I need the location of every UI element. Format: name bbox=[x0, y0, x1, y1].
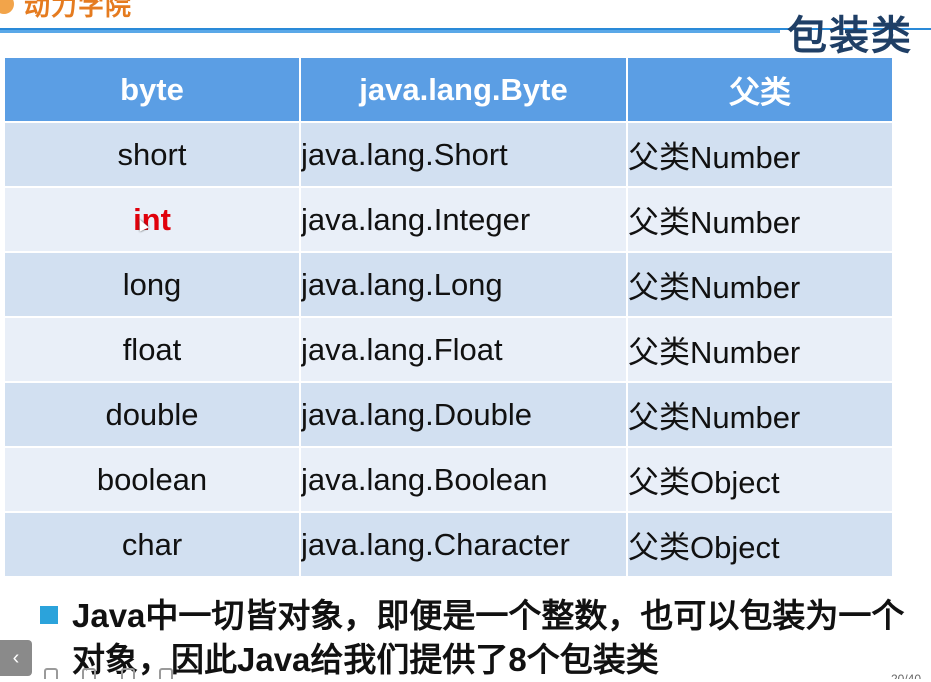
header-divider-accent bbox=[0, 30, 780, 33]
previous-slide-button[interactable]: ‹ bbox=[0, 640, 32, 676]
primitive-cell: short bbox=[3, 121, 301, 188]
primitive-cell: boolean bbox=[3, 446, 301, 513]
table-row: double java.lang.Double 父类Number bbox=[3, 381, 894, 448]
table-row: short java.lang.Short 父类Number bbox=[3, 121, 894, 188]
column-header-parent: 父类 bbox=[626, 56, 894, 123]
primitive-cell: long bbox=[3, 251, 301, 318]
slides-grid-icon[interactable] bbox=[120, 668, 135, 679]
wrapper-cell: java.lang.Character bbox=[299, 511, 628, 578]
parent-cell: 父类Object bbox=[626, 446, 894, 513]
wrapper-cell: java.lang.Double bbox=[299, 381, 628, 448]
wrapper-cell: java.lang.Float bbox=[299, 316, 628, 383]
chevron-left-icon: ‹ bbox=[12, 647, 20, 669]
parent-cell: 父类Number bbox=[626, 186, 894, 253]
brand-logo: 动力字院 bbox=[0, 0, 140, 18]
wrapper-cell: java.lang.Boolean bbox=[299, 446, 628, 513]
primitive-cell: char bbox=[3, 511, 301, 578]
column-header-primitive: byte bbox=[3, 56, 301, 123]
pen-tool-icon[interactable] bbox=[82, 668, 97, 679]
logo-flame-icon bbox=[0, 0, 14, 14]
parent-cell: 父类Number bbox=[626, 316, 894, 383]
table-row: char java.lang.Character 父类Object bbox=[3, 511, 894, 578]
table-row: boolean java.lang.Boolean 父类Object bbox=[3, 446, 894, 513]
wrapper-cell: java.lang.Long bbox=[299, 251, 628, 318]
bullet-text: Java中一切皆对象，即便是一个整数，也可以包装为一个对象，因此Java给我们提… bbox=[72, 597, 905, 678]
column-header-wrapper: java.lang.Byte bbox=[299, 56, 628, 123]
wrapper-cell: java.lang.Integer bbox=[299, 186, 628, 253]
table-row: float java.lang.Float 父类Number bbox=[3, 316, 894, 383]
pointer-tool-icon[interactable] bbox=[44, 668, 58, 679]
primitive-cell: float bbox=[3, 316, 301, 383]
bullet-square-icon bbox=[40, 606, 58, 624]
wrapper-class-table: byte java.lang.Byte 父类 short java.lang.S… bbox=[3, 56, 894, 578]
primitive-cell-highlighted: int bbox=[3, 186, 301, 253]
parent-cell: 父类Number bbox=[626, 251, 894, 318]
parent-cell: 父类Object bbox=[626, 511, 894, 578]
table-row: long java.lang.Long 父类Number bbox=[3, 251, 894, 318]
slide-page-counter: 20/40 bbox=[890, 672, 921, 679]
wrapper-cell: java.lang.Short bbox=[299, 121, 628, 188]
logo-text: 动力字院 bbox=[24, 0, 133, 18]
primitive-cell: double bbox=[3, 381, 301, 448]
parent-cell: 父类Number bbox=[626, 121, 894, 188]
parent-cell: 父类Number bbox=[626, 381, 894, 448]
slide-title: 包装类 bbox=[787, 14, 913, 58]
table-header-row: byte java.lang.Byte 父类 bbox=[3, 56, 894, 123]
presentation-toolbar bbox=[44, 668, 193, 679]
zoom-icon[interactable] bbox=[159, 668, 174, 679]
